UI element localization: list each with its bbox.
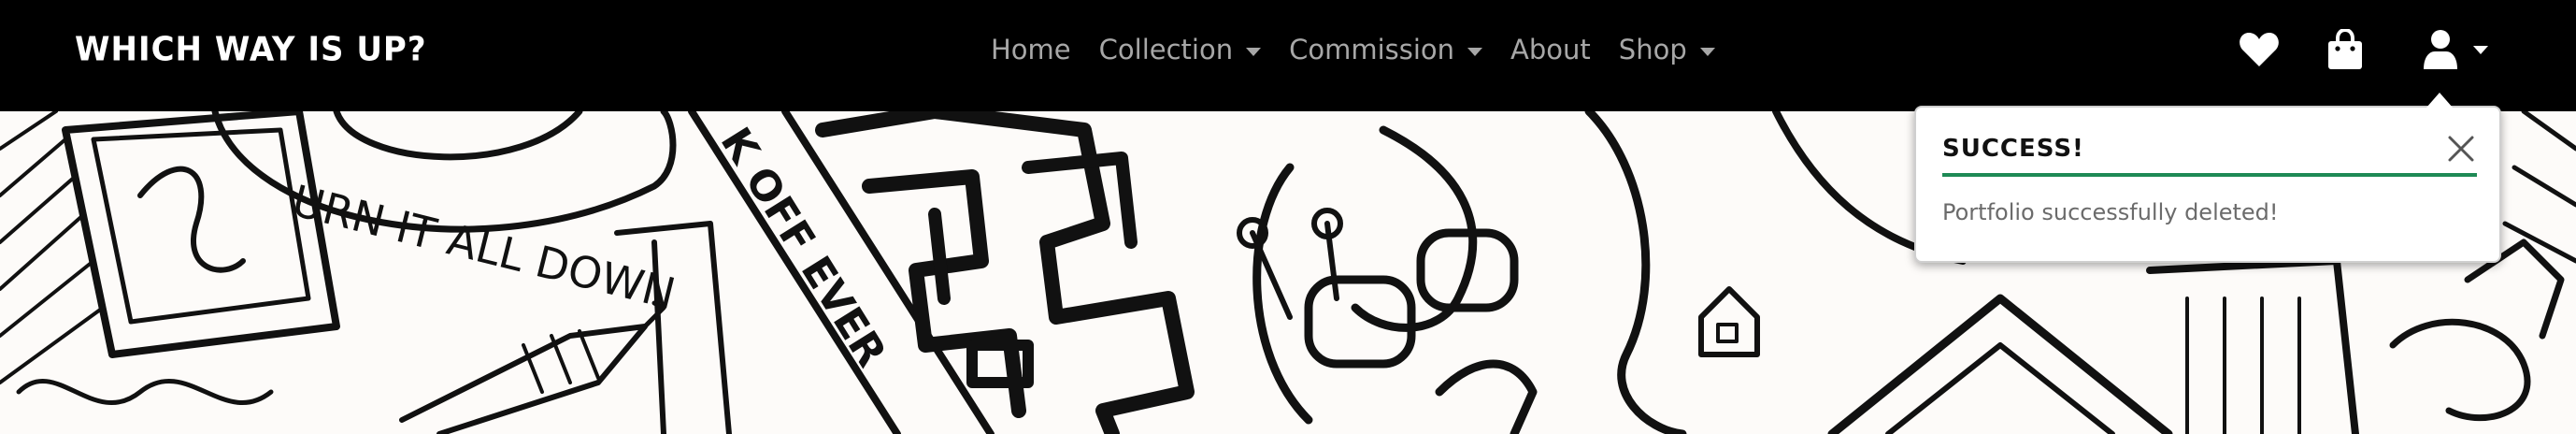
nav-link-collection[interactable]: Collection	[1098, 34, 1262, 65]
brand-logo[interactable]: Which way is up?	[75, 25, 427, 75]
toast-title: Success!	[1942, 135, 2084, 163]
nav-icons	[2238, 26, 2488, 73]
nav-link-commission[interactable]: Commission	[1289, 34, 1483, 65]
nav-link-label: Collection	[1098, 34, 1234, 65]
nav-links: Home Collection Commission About Shop	[991, 24, 1715, 75]
svg-text:URN IT ALL DOWN: URN IT ALL DOWN	[287, 175, 680, 319]
shopping-bag-icon[interactable]	[2324, 28, 2367, 71]
nav-link-label: About	[1510, 34, 1591, 65]
navbar: Which way is up? Home Collection Commiss…	[0, 0, 2576, 111]
chevron-down-icon	[1246, 47, 1262, 56]
nav-link-label: Home	[991, 34, 1071, 65]
user-icon[interactable]	[2419, 28, 2462, 71]
chevron-down-icon	[2473, 45, 2488, 54]
heart-icon[interactable]	[2238, 28, 2281, 71]
toast-header: Success!	[1942, 124, 2477, 177]
nav-link-label: Shop	[1618, 34, 1687, 65]
nav-link-about[interactable]: About	[1510, 34, 1591, 65]
nav-link-shop[interactable]: Shop	[1619, 34, 1715, 65]
toast-arrow	[2426, 93, 2453, 108]
user-menu[interactable]	[2419, 28, 2488, 71]
chevron-down-icon	[1699, 47, 1715, 56]
nav-link-label: Commission	[1289, 34, 1455, 65]
nav-link-home[interactable]: Home	[991, 34, 1071, 65]
success-toast: Success! Portfolio successfully deleted!	[1914, 106, 2501, 263]
toast-message: Portfolio successfully deleted!	[1942, 199, 2279, 225]
close-icon[interactable]	[2445, 133, 2477, 165]
chevron-down-icon	[1467, 47, 1483, 56]
